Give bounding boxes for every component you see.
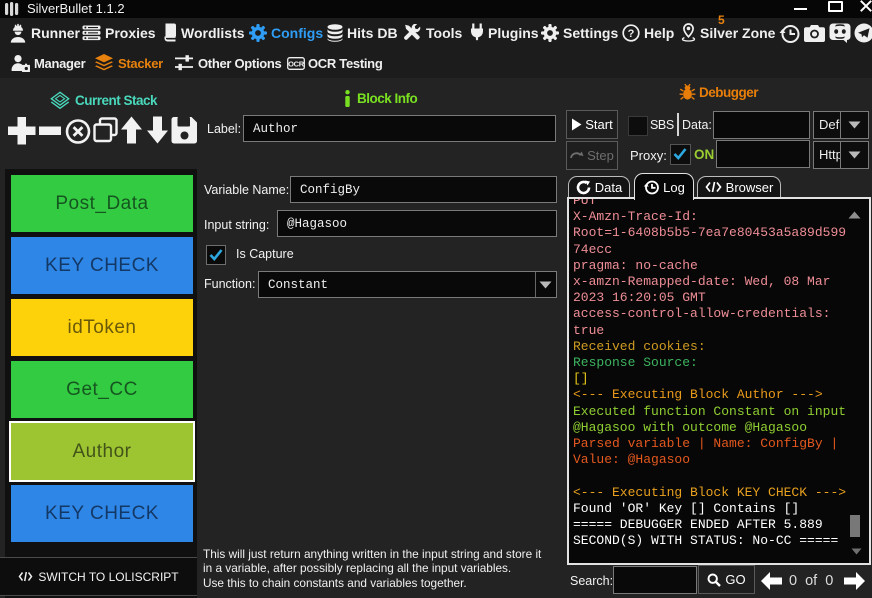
svg-text:?: ? (628, 28, 635, 40)
svg-text:OCR: OCR (288, 60, 305, 69)
